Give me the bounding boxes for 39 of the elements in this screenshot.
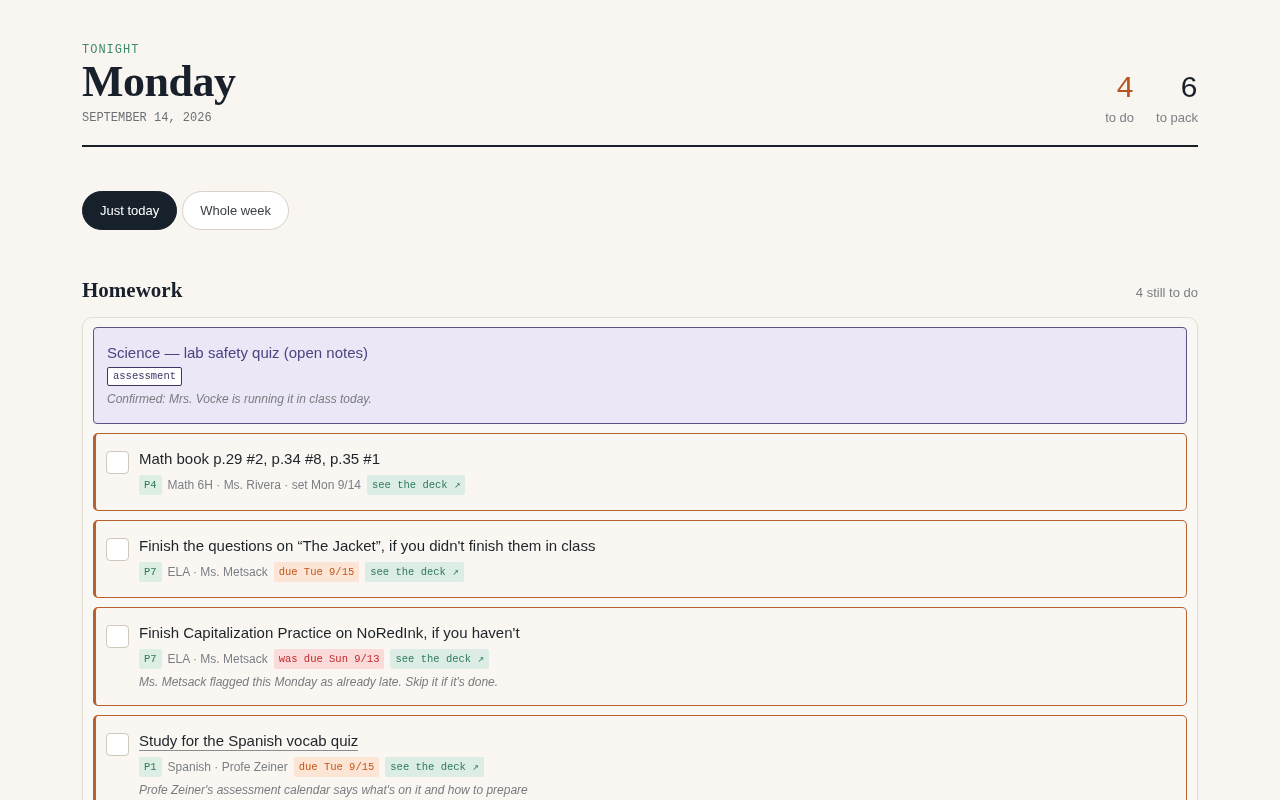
task-note: Ms. Metsack flagged this Monday as already late. Skip it if it's done. <box>139 674 500 690</box>
assessment-title: Science — lab safety quiz (open notes) <box>107 343 369 363</box>
task-checkbox[interactable] <box>106 733 129 756</box>
stat-number: 6 <box>1180 72 1198 106</box>
task-title: Finish Capitalization Practice on NoRedInk, if you haven't <box>139 623 520 643</box>
assessment-note: Confirmed: Mrs. Vocke is running it in class today. <box>107 391 373 407</box>
task-checkbox[interactable] <box>106 538 129 561</box>
deck-link[interactable]: see the deck ↗ <box>365 562 464 582</box>
stat-label: to pack <box>1156 110 1198 126</box>
deck-link[interactable]: see the deck ↗ <box>390 649 489 669</box>
stat-number: 4 <box>1116 72 1135 106</box>
day-title: Monday <box>82 58 236 106</box>
period-tag: P4 <box>139 475 162 495</box>
period-tag: P7 <box>139 649 162 669</box>
due-tag: due Tue 9/15 <box>273 562 360 582</box>
task-note: Profe Zeiner's assessment calendar says what's on it and how to prepare <box>139 782 529 798</box>
task-checkbox[interactable] <box>106 451 129 474</box>
view-toggle-button[interactable]: Whole week <box>182 191 290 230</box>
task-title: Math book p.29 #2, p.34 #8, p.35 #1 <box>139 449 381 469</box>
due-tag: was due Sun 9/13 <box>273 649 385 669</box>
assessment-tag: assessment <box>107 367 182 386</box>
eyebrow-label: TONIGHT <box>82 42 141 58</box>
task-title[interactable]: Study for the Spanish vocab quiz <box>139 731 359 751</box>
period-tag: P1 <box>139 757 162 777</box>
period-tag: P7 <box>139 562 162 582</box>
remaining-count: 4 still to do <box>1135 285 1198 300</box>
date-label: SEPTEMBER 14, 2026 <box>82 110 213 126</box>
task-meta: ELA · Ms. Metsack <box>167 652 268 666</box>
task-meta: Spanish · Profe Zeiner <box>167 760 288 774</box>
deck-link[interactable]: see the deck ↗ <box>385 757 484 777</box>
task-meta: Math 6H · Ms. Rivera · set Mon 9/14 <box>167 478 361 492</box>
stat-label: to do <box>1105 110 1135 126</box>
task-title: Finish the questions on “The Jacket”, if you didn't finish them in class <box>139 536 596 556</box>
due-tag: due Tue 9/15 <box>293 757 380 777</box>
task-meta: ELA · Ms. Metsack <box>167 565 268 579</box>
section-title: Homework <box>82 277 183 303</box>
task-checkbox[interactable] <box>106 625 129 648</box>
deck-link[interactable]: see the deck ↗ <box>367 475 466 495</box>
view-toggle-button[interactable]: Just today <box>82 191 178 230</box>
